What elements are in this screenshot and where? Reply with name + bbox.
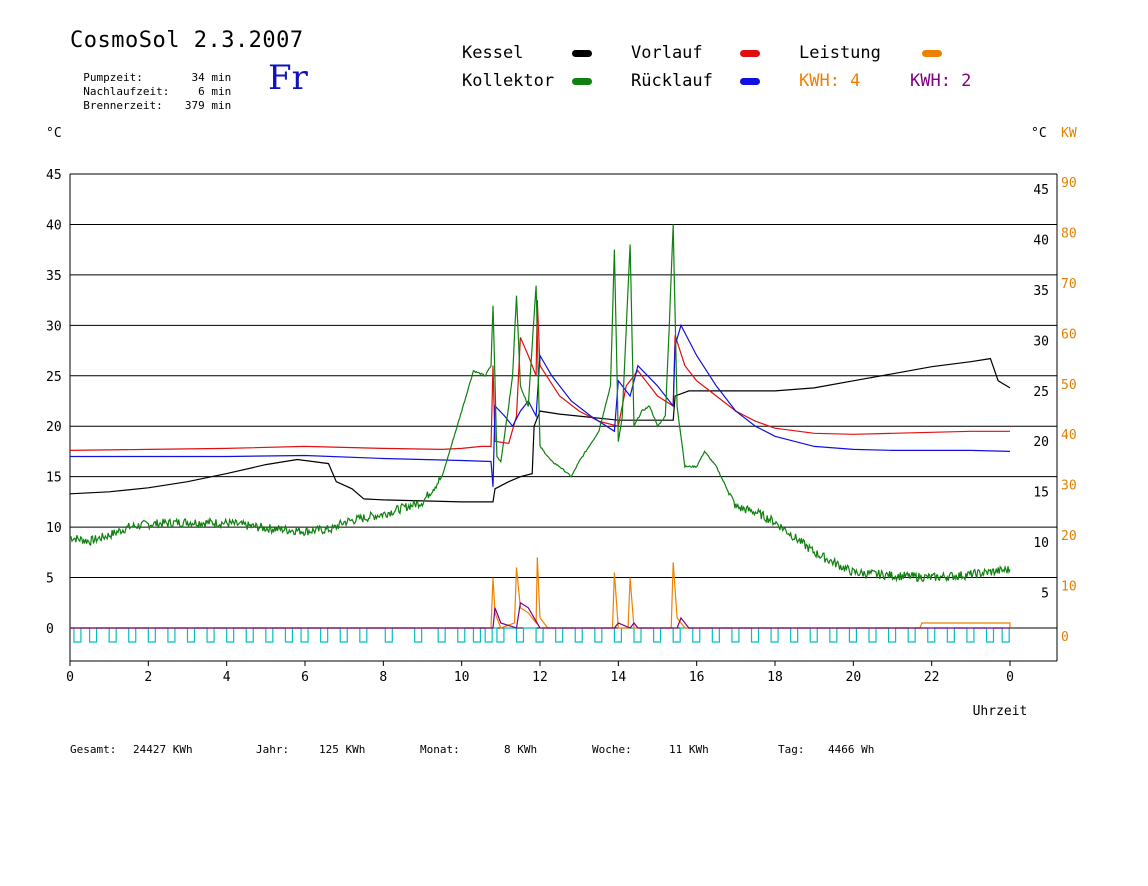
chart-axes	[69, 174, 1058, 666]
jahr-value: 125 KWh	[319, 743, 366, 756]
x-tick-label: 22	[924, 670, 940, 685]
y-tick-right: 40	[1033, 233, 1049, 248]
series-leistung	[70, 557, 1011, 629]
x-tick-label: 16	[689, 670, 705, 685]
x-axis-title: Uhrzeit	[973, 704, 1028, 719]
y-tick-right: 5	[1041, 587, 1049, 602]
jahr-label: Jahr:	[256, 743, 290, 756]
energy-totals-footer: Gesamt: 24427 KWh Jahr: 125 KWh Monat: 8…	[70, 743, 874, 886]
series-kollektor	[69, 224, 1011, 583]
y-tick-right: 35	[1033, 284, 1049, 299]
monat-label: Monat:	[420, 743, 460, 756]
y-tick-left: 30	[46, 319, 62, 334]
x-tick-label: 6	[301, 670, 309, 685]
woche-value: 11 KWh	[669, 743, 709, 756]
y-tick-right: 25	[1033, 385, 1049, 400]
x-tick-label: 12	[532, 670, 548, 685]
y-tick-right: 30	[1033, 334, 1049, 349]
gesamt-value: 24427 KWh	[133, 743, 193, 756]
kw-tick: 50	[1061, 378, 1077, 393]
x-tick-label: 0	[66, 670, 74, 685]
kw-tick: 60	[1061, 327, 1077, 342]
y-tick-left: 25	[46, 370, 62, 385]
y-axis-title-left: °C	[46, 126, 62, 141]
kw-tick: 40	[1061, 428, 1077, 443]
chart-series	[69, 224, 1011, 643]
woche-label: Woche:	[592, 743, 632, 756]
x-tick-label: 0	[1006, 670, 1014, 685]
y-tick-left: 40	[46, 218, 62, 233]
y-tick-left: 0	[46, 622, 54, 637]
kw-axis-title: KW	[1061, 126, 1077, 141]
kw-tick: 80	[1061, 226, 1077, 241]
axis-labels: 0055 101010 201515 302020 402525 503030 603535…	[46, 126, 1077, 719]
y-tick-left: 45	[46, 168, 62, 183]
kw-tick: 70	[1061, 277, 1077, 292]
pump-pulse-series	[70, 627, 1010, 643]
y-tick-right: 10	[1033, 536, 1049, 551]
y-tick-left: 15	[46, 471, 62, 486]
kw-tick: 0	[1061, 630, 1069, 645]
y-tick-right: 15	[1033, 486, 1049, 501]
y-tick-left: 5	[46, 572, 54, 587]
kw-tick: 20	[1061, 529, 1077, 544]
x-tick-label: 10	[454, 670, 470, 685]
y-tick-right: 20	[1033, 435, 1049, 450]
y-tick-left: 20	[46, 420, 62, 435]
x-tick-label: 20	[846, 670, 862, 685]
x-tick-label: 18	[767, 670, 783, 685]
tag-label: Tag:	[778, 743, 805, 756]
kw-tick: 90	[1061, 176, 1077, 191]
series-rcklauf	[70, 323, 1011, 487]
y-tick-right: 45	[1033, 183, 1049, 198]
x-tick-label: 14	[611, 670, 627, 685]
y-axis-title-right: °C	[1031, 126, 1047, 141]
tag-value: 4466 Wh	[828, 743, 875, 756]
monat-value: 8 KWh	[504, 743, 538, 756]
y-tick-left: 10	[46, 521, 62, 536]
temperature-chart: 0055 101010 201515 302020 402525 503030 603535…	[46, 126, 1077, 719]
kw-tick: 30	[1061, 479, 1077, 494]
x-tick-label: 2	[144, 670, 152, 685]
gesamt-label: Gesamt:	[70, 743, 117, 756]
kw-tick: 10	[1061, 580, 1077, 595]
x-tick-label: 8	[379, 670, 387, 685]
y-tick-left: 35	[46, 269, 62, 284]
x-tick-label: 4	[223, 670, 231, 685]
grid-lines	[70, 173, 1057, 629]
